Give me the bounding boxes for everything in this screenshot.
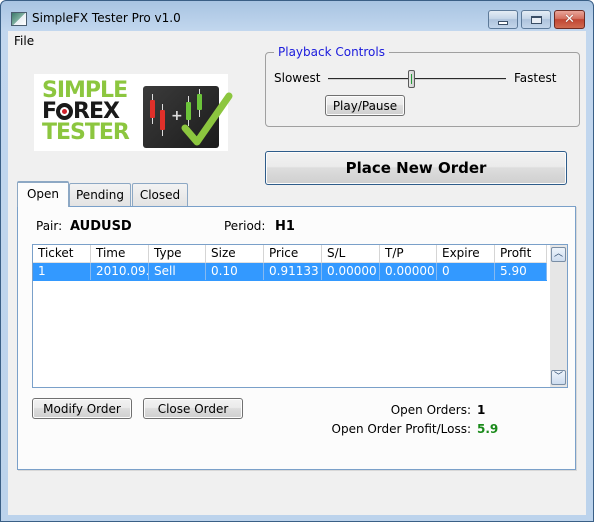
title-bar[interactable]: SimpleFX Tester Pro v1.0 ✕ — [1, 1, 593, 31]
red-candle-icon — [160, 110, 165, 130]
cell-size: 0.10 — [206, 263, 264, 280]
tab-open-label: Open — [26, 187, 60, 201]
list-header: Ticket Time Type Size Price S/L T/P Expi… — [33, 245, 547, 263]
slowest-label: Slowest — [274, 71, 321, 85]
open-orders-list[interactable]: Ticket Time Type Size Price S/L T/P Expi… — [32, 244, 568, 388]
cell-sl: 0.00000 — [322, 263, 380, 280]
cell-price: 0.91133 — [264, 263, 322, 280]
speed-slider-thumb[interactable] — [408, 70, 416, 88]
pair-value: AUDUSD — [70, 219, 132, 234]
checkmark-icon — [181, 92, 233, 146]
scroll-down-button[interactable]: ﹀ — [551, 370, 566, 385]
client-area: File SIMPLE F REX TESTER + Playback Cont… — [8, 31, 586, 515]
column-header-price[interactable]: Price — [264, 245, 322, 263]
window-title: SimpleFX Tester Pro v1.0 — [32, 11, 181, 25]
app-window: SimpleFX Tester Pro v1.0 ✕ File SIMPLE F… — [0, 0, 594, 522]
candlestick-chart-icon: + — [143, 86, 233, 148]
period-label: Period: — [224, 219, 266, 233]
profit-loss-value: 5.9 — [477, 422, 499, 436]
column-header-ticket[interactable]: Ticket — [33, 245, 91, 263]
minimize-icon — [498, 20, 508, 25]
column-header-expire[interactable]: Expire — [437, 245, 495, 263]
logo-line-forex: F REX — [42, 101, 129, 123]
tab-open[interactable]: Open — [17, 181, 69, 207]
red-candle-icon — [150, 100, 155, 118]
tab-pending[interactable]: Pending — [69, 183, 131, 206]
close-icon: ✕ — [564, 12, 575, 27]
logo-line-tester: TESTER — [42, 120, 130, 145]
column-header-sl[interactable]: S/L — [322, 245, 380, 263]
pair-label: Pair: — [36, 219, 63, 233]
logo-line-simple: SIMPLE — [42, 78, 128, 103]
playback-controls-title: Playback Controls — [274, 45, 389, 59]
open-orders-panel: Pair: AUDUSD Period: H1 Ticket Time Type… — [17, 206, 576, 470]
close-button[interactable]: ✕ — [554, 10, 585, 29]
menu-file[interactable]: File — [14, 34, 34, 48]
logo-wordmark: SIMPLE F REX TESTER — [42, 78, 130, 145]
tab-pending-label: Pending — [76, 188, 124, 202]
period-value: H1 — [275, 219, 295, 234]
play-pause-button[interactable]: Play/Pause — [325, 95, 405, 116]
maximize-icon — [530, 15, 542, 24]
scroll-up-button[interactable]: ︿ — [551, 247, 566, 262]
column-header-size[interactable]: Size — [206, 245, 264, 263]
vertical-scrollbar[interactable]: ︿ ﹀ — [550, 245, 567, 387]
cell-ticket: 1 — [33, 263, 91, 280]
open-orders-label: Open Orders: — [390, 403, 471, 417]
logo-o-target-icon — [56, 103, 74, 120]
playback-controls-group: Playback Controls Slowest Fastest Play/P… — [265, 45, 580, 127]
speed-slider-track[interactable] — [328, 78, 506, 80]
chevron-up-icon: ︿ — [553, 249, 563, 259]
cell-tp: 0.00000 — [380, 263, 437, 280]
column-header-profit[interactable]: Profit — [495, 245, 547, 263]
modify-order-button[interactable]: Modify Order — [32, 398, 132, 419]
table-row[interactable]: 1 2010.09.0 Sell 0.10 0.91133 0.00000 0.… — [33, 263, 547, 281]
open-orders-count: 1 — [477, 403, 486, 417]
cell-time: 2010.09.0 — [91, 263, 149, 280]
column-header-type[interactable]: Type — [149, 245, 206, 263]
simple-forex-tester-logo: SIMPLE F REX TESTER + — [34, 74, 233, 151]
place-new-order-button[interactable]: Place New Order — [265, 151, 567, 185]
tab-closed[interactable]: Closed — [132, 183, 188, 206]
fastest-label: Fastest — [514, 71, 557, 85]
chevron-down-icon: ﹀ — [553, 372, 563, 382]
column-header-tp[interactable]: T/P — [380, 245, 437, 263]
cell-type: Sell — [149, 263, 206, 280]
tab-closed-label: Closed — [139, 188, 181, 202]
app-icon — [11, 12, 27, 26]
cell-profit: 5.90 — [495, 263, 547, 280]
cell-expire: 0 — [437, 263, 495, 280]
maximize-button[interactable] — [521, 10, 551, 29]
close-order-button[interactable]: Close Order — [143, 398, 243, 419]
profit-loss-label: Open Order Profit/Loss: — [331, 422, 472, 436]
minimize-button[interactable] — [488, 10, 518, 29]
column-header-time[interactable]: Time — [91, 245, 149, 263]
